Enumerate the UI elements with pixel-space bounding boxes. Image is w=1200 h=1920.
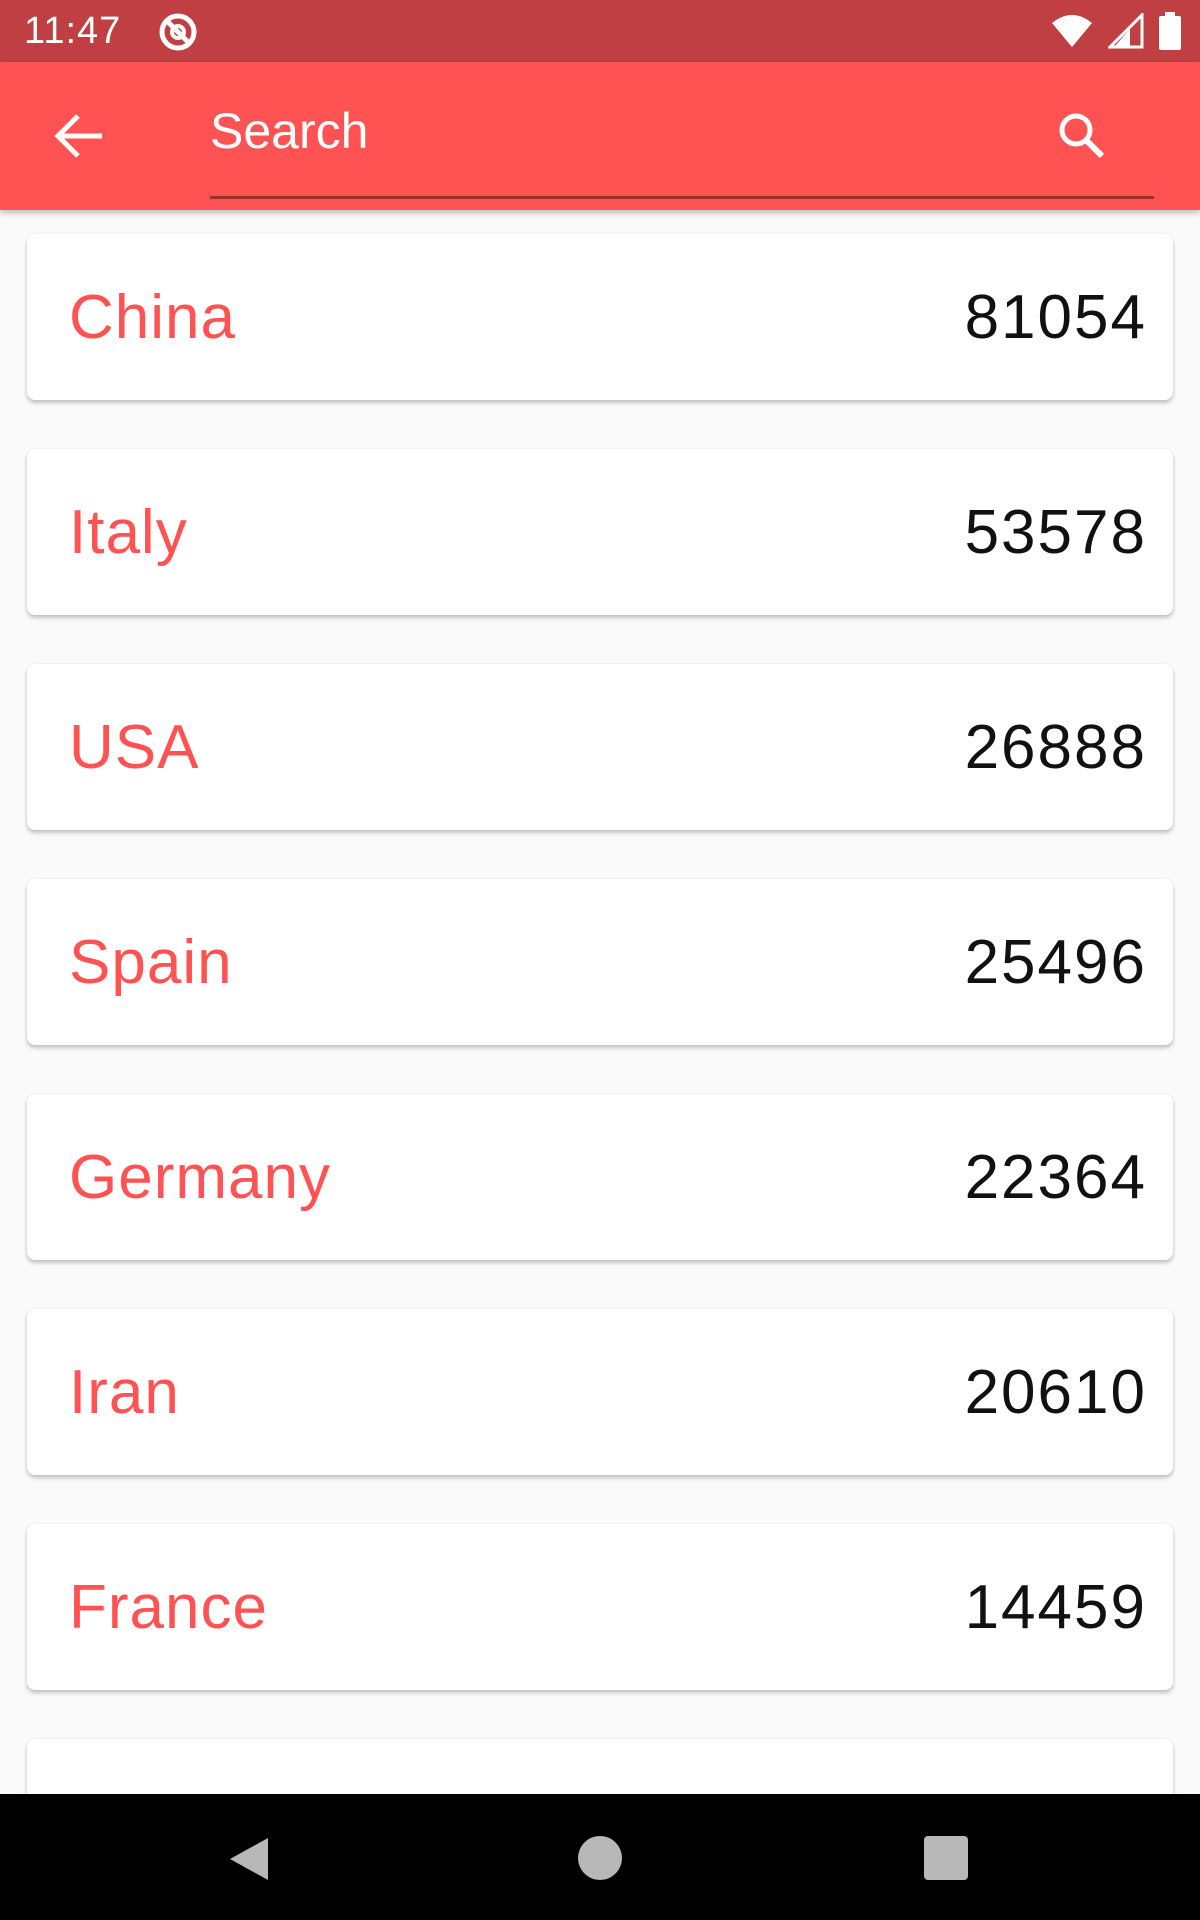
nav-recents-icon[interactable] [924,1836,968,1880]
list-item[interactable]: USA 26888 [27,664,1173,830]
country-name: Iran [69,1357,180,1427]
cell-signal-icon [1108,13,1144,49]
app-notification-icon [159,13,197,51]
search-input[interactable] [210,100,1154,162]
case-count: 22364 [964,1142,1147,1212]
country-list[interactable]: China 81054 Italy 53578 USA 26888 Spain … [0,210,1200,1794]
case-count: 81054 [964,282,1147,352]
case-count: 20610 [964,1357,1147,1427]
status-icons [1050,12,1182,50]
country-name: China [69,282,236,352]
search-icon[interactable] [1052,106,1112,166]
status-time: 11:47 [24,10,122,52]
country-name: Germany [69,1142,331,1212]
nav-back-icon[interactable] [226,1836,272,1882]
list-item[interactable]: France 14459 [27,1524,1173,1690]
list-item[interactable]: Spain 25496 [27,879,1173,1045]
case-count: 53578 [964,497,1147,567]
country-name: Spain [69,927,233,997]
country-name: France [69,1572,268,1642]
case-count: 14459 [964,1572,1147,1642]
list-item[interactable]: Iran 20610 [27,1309,1173,1475]
list-item[interactable]: China 81054 [27,234,1173,400]
case-count: 26888 [964,712,1147,782]
arrow-back-icon[interactable] [48,108,108,164]
navigation-bar [0,1794,1200,1920]
search-underline [210,196,1154,199]
list-item[interactable]: Italy 53578 [27,449,1173,615]
status-bar: 11:47 [0,0,1200,62]
country-name: Italy [69,497,188,567]
list-item[interactable]: Germany 22364 [27,1094,1173,1260]
case-count: 25496 [964,927,1147,997]
wifi-icon [1052,15,1092,47]
nav-home-icon[interactable] [578,1836,622,1880]
country-name: USA [69,712,200,782]
list-item[interactable] [27,1739,1173,1794]
battery-icon [1159,12,1181,50]
app-bar [0,62,1200,210]
